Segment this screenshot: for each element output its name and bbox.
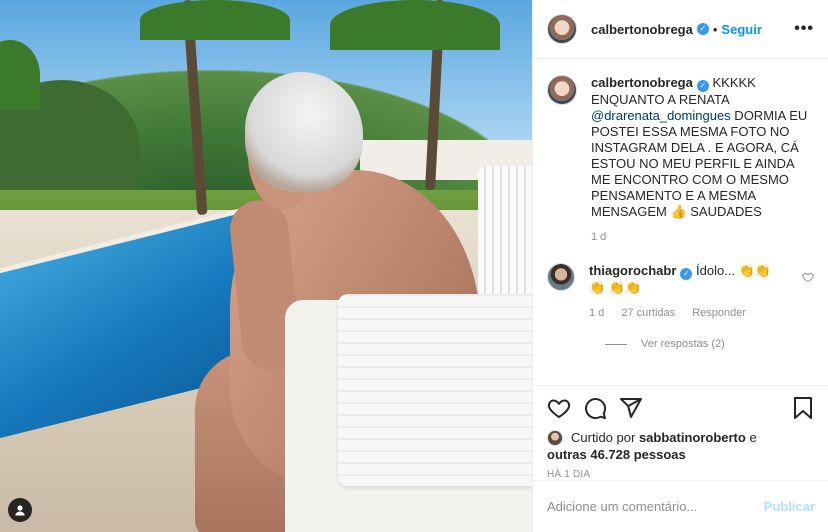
comment-icon[interactable] — [583, 396, 607, 420]
verified-icon: ✓ — [680, 268, 693, 280]
bookmark-icon[interactable] — [792, 396, 814, 420]
post-timestamp[interactable]: HÁ 1 DIA — [533, 469, 828, 480]
more-options-icon[interactable]: ••• — [794, 20, 814, 38]
photo-palm-fronds — [330, 0, 500, 50]
comments-list[interactable]: calbertonobrega ✓ KKKKK ENQUANTO A RENATA… — [533, 59, 828, 385]
tag-user-icon[interactable] — [8, 498, 32, 522]
comment-likes[interactable]: 27 curtidas — [621, 307, 675, 319]
caption-time[interactable]: 1 d — [591, 231, 606, 243]
comment-like-heart-icon[interactable] — [802, 271, 814, 283]
comment-item: thiagorochabr ✓ Ídolo... 👏👏👏 👏👏 1 d 27 cu… — [547, 263, 814, 321]
reply-button[interactable]: Responder — [692, 307, 746, 319]
caption-username[interactable]: calbertonobrega — [591, 75, 693, 90]
commenter-username[interactable]: thiagorochabr — [589, 263, 676, 278]
liked-by-conj: e — [749, 430, 757, 445]
photo-man-hair — [245, 72, 363, 192]
likes-count[interactable]: outras 46.728 pessoas — [533, 447, 828, 462]
comment-time[interactable]: 1 d — [589, 307, 604, 319]
others-count[interactable]: outras 46.728 pessoas — [547, 447, 686, 462]
photo-towel — [338, 294, 532, 486]
follow-button[interactable]: Seguir — [721, 22, 761, 37]
view-replies[interactable]: Ver respostas (2) — [605, 338, 814, 350]
view-replies-label[interactable]: Ver respostas (2) — [641, 338, 725, 350]
liker-username[interactable]: sabbatinoroberto — [639, 430, 746, 446]
instagram-post-modal: calbertonobrega ✓ • Seguir ••• calberton… — [0, 0, 828, 532]
heart-icon[interactable] — [547, 396, 571, 420]
liker-avatar[interactable] — [547, 430, 563, 446]
caption-avatar[interactable] — [547, 75, 577, 105]
caption-text-end: DORMIA EU POSTEI ESSA MESMA FOTO NO INST… — [591, 108, 808, 219]
author-avatar[interactable] — [547, 14, 577, 44]
post-side-panel: calbertonobrega ✓ • Seguir ••• calberton… — [532, 0, 828, 532]
liked-by: Curtido por sabbatinoroberto e — [533, 430, 828, 446]
add-comment-bar: Publicar — [533, 480, 828, 532]
photo-lounge-chair — [478, 166, 532, 296]
commenter-avatar[interactable] — [547, 263, 575, 291]
liked-by-prefix: Curtido por — [571, 430, 636, 445]
replies-line — [605, 343, 627, 345]
separator-dot: • — [712, 21, 718, 37]
post-header: calbertonobrega ✓ • Seguir ••• — [533, 0, 828, 59]
caption: calbertonobrega ✓ KKKKK ENQUANTO A RENATA… — [547, 75, 814, 245]
comment-input[interactable] — [547, 499, 764, 514]
caption-body: calbertonobrega ✓ KKKKK ENQUANTO A RENATA… — [591, 75, 814, 245]
photo-palm-fronds — [140, 0, 290, 40]
caption-mention-link[interactable]: @drarenata_domingues — [591, 108, 731, 123]
share-icon[interactable] — [619, 396, 643, 420]
caption-meta: 1 d — [591, 229, 814, 245]
comment-meta: 1 d 27 curtidas Responder — [589, 305, 779, 321]
post-photo[interactable] — [0, 0, 532, 532]
publish-button[interactable]: Publicar — [764, 499, 815, 514]
comment-body: thiagorochabr ✓ Ídolo... 👏👏👏 👏👏 1 d 27 cu… — [589, 263, 779, 321]
action-bar — [533, 385, 828, 430]
verified-icon: ✓ — [696, 23, 709, 35]
author-username[interactable]: calbertonobrega — [591, 22, 693, 37]
verified-icon: ✓ — [696, 80, 709, 92]
